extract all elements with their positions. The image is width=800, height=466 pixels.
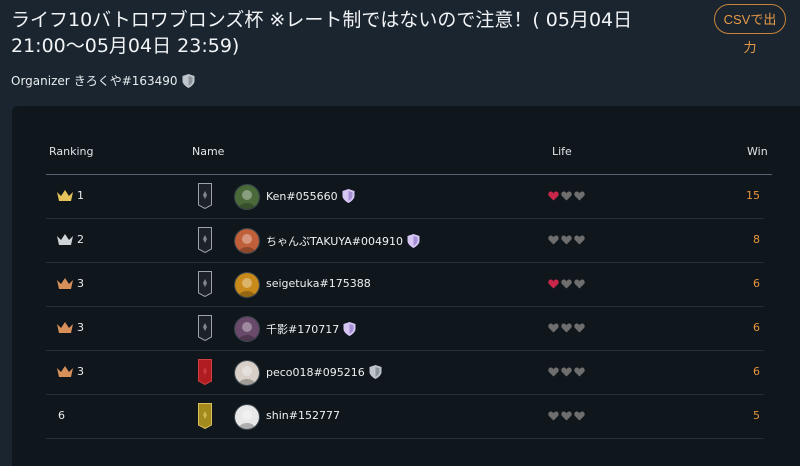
avatar[interactable]	[234, 360, 260, 386]
banner-icon	[198, 183, 212, 210]
heart-icon	[574, 235, 585, 245]
heart-icon	[574, 367, 585, 377]
csv-export-button[interactable]: CSVで出力	[714, 4, 786, 55]
column-header-life: Life	[552, 145, 572, 158]
win-count: 6	[753, 321, 760, 334]
life-hearts	[548, 323, 585, 333]
win-count: 6	[753, 277, 760, 290]
life-hearts	[548, 367, 585, 377]
avatar[interactable]	[234, 316, 260, 342]
player-name[interactable]: ちゃんぷTAKUYA#004910	[266, 233, 403, 249]
player-name-cell: Ken#055660	[266, 189, 355, 203]
table-row[interactable]: 3 千影#170717 6	[46, 307, 764, 351]
heart-icon	[561, 367, 572, 377]
rank-number: 1	[77, 189, 84, 202]
heart-icon	[548, 235, 559, 245]
avatar[interactable]	[234, 272, 260, 298]
heart-icon	[561, 191, 572, 201]
crown-icon	[56, 322, 74, 333]
heart-icon	[574, 279, 585, 289]
heart-icon	[548, 191, 559, 201]
rank-number: 3	[77, 277, 84, 290]
row-divider	[46, 438, 764, 439]
shield-icon	[407, 234, 420, 248]
heart-icon	[574, 191, 585, 201]
life-hearts	[548, 279, 585, 289]
table-row[interactable]: 3 seigetuka#175388 6	[46, 263, 764, 307]
win-count: 6	[753, 365, 760, 378]
crown-icon	[56, 234, 74, 245]
life-hearts	[548, 191, 585, 201]
organizer-line: Organizer きろくや#163490	[11, 72, 195, 89]
crown-icon	[56, 278, 74, 289]
player-name[interactable]: 千影#170717	[266, 321, 339, 337]
column-header-win: Win	[747, 145, 768, 158]
rank-cell: 3	[56, 365, 84, 378]
avatar[interactable]	[234, 404, 260, 430]
rank-number: 6	[58, 409, 65, 422]
organizer-name[interactable]: きろくや#163490	[74, 72, 178, 89]
column-header-ranking: Ranking	[49, 145, 94, 158]
banner-icon	[198, 271, 212, 298]
rank-cell: 2	[56, 233, 84, 246]
shield-icon	[343, 322, 356, 336]
rank-number: 3	[77, 321, 84, 334]
player-name-cell: ちゃんぷTAKUYA#004910	[266, 233, 420, 249]
shield-icon	[369, 365, 382, 379]
banner-icon	[198, 359, 212, 386]
life-hearts	[548, 235, 585, 245]
table-row[interactable]: 3 peco018#095216 6	[46, 351, 764, 395]
rank-number: 2	[77, 233, 84, 246]
heart-icon	[561, 411, 572, 421]
page-title: ライフ10バトロワブロンズ杯 ※レート制ではないので注意！( 05月04日 21…	[11, 9, 633, 57]
banner-icon	[198, 227, 212, 254]
win-count: 8	[753, 233, 760, 246]
life-hearts	[548, 411, 585, 421]
player-name-cell: seigetuka#175388	[266, 277, 371, 290]
player-name-cell: peco018#095216	[266, 365, 382, 379]
win-count: 15	[746, 189, 760, 202]
player-name-cell: shin#152777	[266, 409, 340, 422]
player-name[interactable]: peco018#095216	[266, 366, 365, 379]
heart-icon	[548, 323, 559, 333]
organizer-label: Organizer	[11, 73, 70, 88]
heart-icon	[548, 279, 559, 289]
player-name-cell: 千影#170717	[266, 321, 356, 337]
win-count: 5	[753, 409, 760, 422]
table-row[interactable]: 6 shin#152777 5	[46, 395, 764, 439]
table-row[interactable]: 1 Ken#055660 15	[46, 175, 764, 219]
heart-icon	[561, 279, 572, 289]
rank-cell: 1	[56, 189, 84, 202]
crown-icon	[56, 190, 74, 201]
table-row[interactable]: 2 ちゃんぷTAKUYA#004910 8	[46, 219, 764, 263]
shield-icon	[182, 73, 195, 88]
heart-icon	[561, 235, 572, 245]
avatar[interactable]	[234, 184, 260, 210]
player-name[interactable]: seigetuka#175388	[266, 277, 371, 290]
banner-icon	[198, 315, 212, 342]
rank-cell: 6	[56, 409, 65, 422]
banner-icon	[198, 403, 212, 430]
heart-icon	[561, 323, 572, 333]
player-name[interactable]: Ken#055660	[266, 190, 338, 203]
column-header-name: Name	[192, 145, 225, 158]
player-name[interactable]: shin#152777	[266, 409, 340, 422]
shield-icon	[342, 189, 355, 203]
crown-icon	[56, 366, 74, 377]
rank-number: 3	[77, 365, 84, 378]
heart-icon	[574, 323, 585, 333]
heart-icon	[574, 411, 585, 421]
heart-icon	[548, 367, 559, 377]
rank-cell: 3	[56, 277, 84, 290]
avatar[interactable]	[234, 228, 260, 254]
heart-icon	[548, 411, 559, 421]
rank-cell: 3	[56, 321, 84, 334]
